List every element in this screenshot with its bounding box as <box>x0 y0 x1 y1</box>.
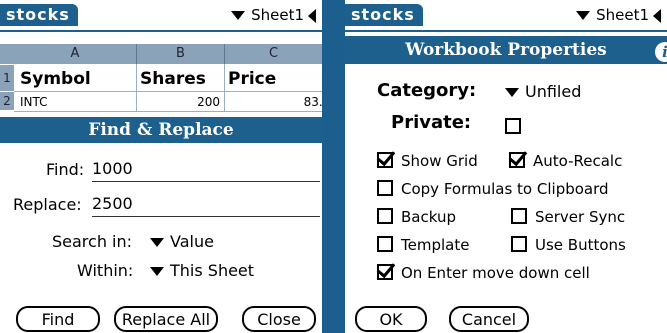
template-option[interactable]: Template <box>377 234 469 256</box>
backup-checkbox[interactable] <box>377 207 393 224</box>
grid-line <box>136 64 137 112</box>
show-grid-label: Show Grid <box>401 152 478 170</box>
triangle-down-icon <box>231 11 246 20</box>
triangle-down-icon <box>150 238 164 247</box>
title-bar: stocks Sheet1 <box>345 0 667 32</box>
within-popup[interactable]: This Sheet <box>150 261 254 280</box>
sheet-selector[interactable]: Sheet1 <box>576 4 661 26</box>
auto-recalc-option[interactable]: Auto-Recalc <box>509 150 622 172</box>
backup-label: Backup <box>401 208 456 226</box>
triangle-down-icon <box>576 11 591 20</box>
row-header-2[interactable]: 2 <box>0 92 14 110</box>
replace-input[interactable] <box>92 192 320 217</box>
auto-recalc-checkbox[interactable] <box>509 151 525 168</box>
row-header-1[interactable]: 1 <box>0 65 14 91</box>
backup-option[interactable]: Backup <box>377 206 456 228</box>
cell-a1[interactable]: Symbol <box>20 66 132 92</box>
workbook-properties-title: Workbook Properties i <box>345 36 667 64</box>
grid-line <box>14 91 322 92</box>
column-header-a[interactable]: A <box>14 44 137 64</box>
find-replace-screen: stocks Sheet1 A B C 1 Symbol Shares Pric… <box>0 0 322 333</box>
column-header-c[interactable]: C <box>225 44 322 64</box>
sheet-name: Sheet1 <box>596 6 649 24</box>
corner-cell <box>0 44 14 64</box>
search-in-value: Value <box>170 232 214 251</box>
on-enter-option[interactable]: On Enter move down cell <box>377 262 590 284</box>
cell-c2[interactable]: 83.25 <box>228 93 322 111</box>
server-sync-option[interactable]: Server Sync <box>511 206 625 228</box>
replace-label: Replace: <box>13 195 82 214</box>
copy-formulas-option[interactable]: Copy Formulas to Clipboard <box>377 178 609 200</box>
workbook-properties-screen: stocks Sheet1 Workbook Properties i Cate… <box>345 0 667 333</box>
back-arrow-icon[interactable] <box>308 8 316 23</box>
find-input[interactable] <box>92 157 320 182</box>
category-label: Category: <box>377 80 477 101</box>
info-icon[interactable]: i <box>655 42 667 62</box>
cancel-button[interactable]: Cancel <box>449 306 529 332</box>
sheet-selector[interactable]: Sheet1 <box>231 4 316 26</box>
use-buttons-option[interactable]: Use Buttons <box>511 234 626 256</box>
private-checkbox[interactable] <box>505 118 521 134</box>
copy-formulas-checkbox[interactable] <box>377 179 393 196</box>
use-buttons-checkbox[interactable] <box>511 235 527 252</box>
category-popup[interactable]: Unfiled <box>505 82 581 101</box>
grid-line <box>224 64 225 112</box>
column-header-b[interactable]: B <box>137 44 225 64</box>
on-enter-label: On Enter move down cell <box>401 264 590 282</box>
title-bar: stocks Sheet1 <box>0 0 322 32</box>
cell-a2[interactable]: INTC <box>20 93 132 111</box>
triangle-down-icon <box>505 88 519 97</box>
search-in-popup[interactable]: Value <box>150 232 214 251</box>
template-checkbox[interactable] <box>377 235 393 252</box>
within-value: This Sheet <box>170 261 255 280</box>
template-label: Template <box>401 236 470 254</box>
app-title[interactable]: stocks <box>0 4 78 26</box>
cell-b1[interactable]: Shares <box>140 66 224 92</box>
back-arrow-icon[interactable] <box>653 8 661 23</box>
cell-b2[interactable]: 200 <box>140 93 220 111</box>
on-enter-checkbox[interactable] <box>377 263 393 280</box>
search-in-label: Search in: <box>52 232 133 251</box>
grid-line <box>14 111 322 112</box>
triangle-down-icon <box>150 267 164 276</box>
category-value: Unfiled <box>525 82 582 101</box>
auto-recalc-label: Auto-Recalc <box>533 152 623 170</box>
app-title[interactable]: stocks <box>345 4 423 26</box>
server-sync-checkbox[interactable] <box>511 207 527 224</box>
copy-formulas-label: Copy Formulas to Clipboard <box>401 180 609 198</box>
use-buttons-label: Use Buttons <box>535 236 626 254</box>
dialog-title-text: Workbook Properties <box>405 40 607 60</box>
private-label: Private: <box>391 112 472 133</box>
find-replace-title: Find & Replace <box>0 117 322 143</box>
show-grid-option[interactable]: Show Grid <box>377 150 478 172</box>
sheet-name: Sheet1 <box>251 6 304 24</box>
show-grid-checkbox[interactable] <box>377 151 393 168</box>
close-button[interactable]: Close <box>242 306 316 332</box>
cell-c1[interactable]: Price <box>228 66 322 92</box>
find-button[interactable]: Find <box>16 306 100 332</box>
server-sync-label: Server Sync <box>535 208 626 226</box>
find-label: Find: <box>46 160 85 179</box>
within-label: Within: <box>77 261 134 280</box>
ok-button[interactable]: OK <box>355 306 427 332</box>
replace-all-button[interactable]: Replace All <box>114 306 218 332</box>
